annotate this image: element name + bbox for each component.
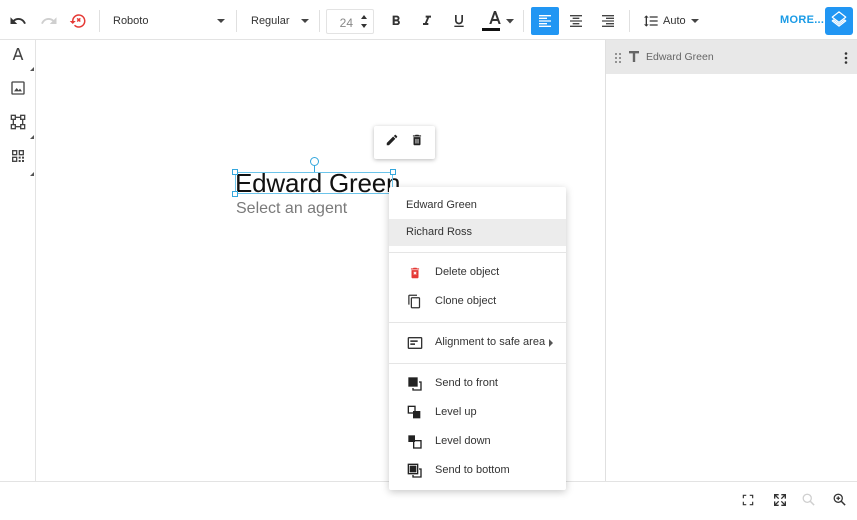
font-size-stepper[interactable]: 24 — [326, 9, 374, 34]
context-menu: Edward Green Richard Ross Delete object … — [389, 187, 566, 490]
more-vert-icon[interactable] — [844, 51, 848, 69]
send-to-back-icon — [406, 462, 423, 479]
bring-to-front-icon — [406, 375, 423, 392]
send-to-bottom-item[interactable]: Send to bottom — [389, 457, 566, 484]
alignment-safe-area-item[interactable]: Alignment to safe area — [389, 329, 566, 356]
tool-expand-indicator — [30, 135, 34, 139]
clone-object-item[interactable]: Clone object — [389, 288, 566, 315]
send-to-front-item[interactable]: Send to front — [389, 370, 566, 397]
delete-object-item[interactable]: Delete object — [389, 259, 566, 286]
toolbar-divider — [319, 10, 320, 32]
text-icon — [10, 46, 26, 67]
level-down-item[interactable]: Level down — [389, 428, 566, 455]
line-height-value: Auto — [663, 15, 686, 27]
underline-button[interactable] — [449, 11, 469, 31]
font-weight-value: Regular — [251, 15, 290, 27]
text-icon — [628, 50, 640, 68]
pencil-icon — [385, 134, 399, 151]
tool-expand-indicator — [30, 67, 34, 71]
toolbar-divider — [629, 10, 630, 32]
layers-panel: Edward Green — [605, 40, 857, 481]
chevron-down-icon — [691, 19, 699, 23]
layers-toggle-button[interactable] — [825, 7, 853, 35]
resize-handle-bottom-left[interactable] — [232, 191, 238, 197]
font-weight-dropdown[interactable]: Regular — [251, 8, 309, 34]
image-icon — [10, 80, 26, 101]
font-family-value: Roboto — [113, 15, 149, 27]
level-up-label: Level up — [435, 406, 477, 418]
menu-option-label: Richard Ross — [406, 226, 473, 238]
layer-item[interactable]: Edward Green — [606, 40, 857, 74]
clone-object-label: Clone object — [435, 295, 497, 307]
italic-button[interactable] — [417, 11, 437, 31]
delete-object-label: Delete object — [435, 266, 500, 278]
level-up-icon — [406, 404, 423, 421]
qr-code-icon — [10, 148, 26, 169]
send-to-front-label: Send to front — [435, 377, 498, 389]
top-toolbar: Roboto Regular 24 Auto MORE... — [0, 0, 857, 40]
increment-icon[interactable] — [361, 15, 367, 19]
chevron-down-icon — [301, 19, 309, 23]
toolbar-divider — [523, 10, 524, 32]
add-text-tool[interactable] — [9, 47, 27, 65]
fit-to-screen-icon[interactable] — [741, 493, 755, 512]
add-qr-code-tool[interactable] — [9, 149, 27, 167]
resize-handle-top-right[interactable] — [390, 169, 396, 175]
zoom-in-icon[interactable] — [832, 492, 847, 512]
line-spacing-icon — [643, 13, 661, 29]
fullscreen-icon[interactable] — [772, 492, 788, 513]
delete-icon — [406, 264, 423, 281]
copy-icon — [406, 293, 423, 310]
selection-box — [235, 172, 393, 194]
more-button[interactable]: MORE... — [780, 14, 824, 26]
level-up-item[interactable]: Level up — [389, 399, 566, 426]
object-floating-toolbar — [374, 126, 435, 159]
zoom-out-icon[interactable] — [801, 492, 816, 512]
level-down-icon — [406, 433, 423, 450]
decrement-icon[interactable] — [361, 24, 367, 28]
align-right-button[interactable] — [598, 11, 618, 31]
menu-divider — [389, 322, 566, 323]
menu-divider — [389, 363, 566, 364]
shape-icon — [10, 114, 26, 135]
menu-divider — [389, 252, 566, 253]
undo-icon[interactable] — [8, 11, 28, 31]
delete-button[interactable] — [410, 133, 424, 152]
send-to-bottom-label: Send to bottom — [435, 464, 510, 476]
bold-button[interactable] — [386, 11, 406, 31]
drag-handle-icon[interactable] — [614, 51, 622, 69]
menu-option[interactable]: Edward Green — [389, 192, 566, 219]
history-reset-icon[interactable] — [68, 11, 88, 31]
text-color-button[interactable] — [480, 9, 514, 33]
font-size-value: 24 — [339, 16, 353, 30]
alignment-safe-area-label: Alignment to safe area — [435, 336, 546, 348]
add-image-tool[interactable] — [9, 80, 27, 101]
level-down-label: Level down — [435, 435, 491, 447]
toolbar-divider — [236, 10, 237, 32]
menu-option-label: Edward Green — [406, 199, 477, 211]
trash-icon — [410, 134, 424, 151]
layers-icon — [830, 10, 848, 33]
edit-button[interactable] — [385, 133, 399, 152]
canvas-placeholder-text[interactable]: Select an agent — [236, 200, 347, 218]
toolbar-divider — [99, 10, 100, 32]
align-box-icon — [406, 334, 423, 351]
redo-icon[interactable] — [39, 11, 59, 31]
tool-expand-indicator — [30, 172, 34, 176]
align-left-button[interactable] — [531, 7, 559, 35]
layer-item-label: Edward Green — [646, 51, 714, 63]
font-family-dropdown[interactable]: Roboto — [113, 8, 225, 34]
chevron-down-icon — [217, 19, 225, 23]
align-center-button[interactable] — [566, 11, 586, 31]
resize-handle-top-left[interactable] — [232, 169, 238, 175]
menu-option-selected[interactable]: Richard Ross — [389, 219, 566, 246]
add-shape-tool[interactable] — [9, 114, 27, 135]
left-tool-strip — [0, 40, 36, 481]
submenu-arrow-icon — [549, 339, 553, 347]
line-height-dropdown[interactable]: Auto — [643, 8, 699, 34]
